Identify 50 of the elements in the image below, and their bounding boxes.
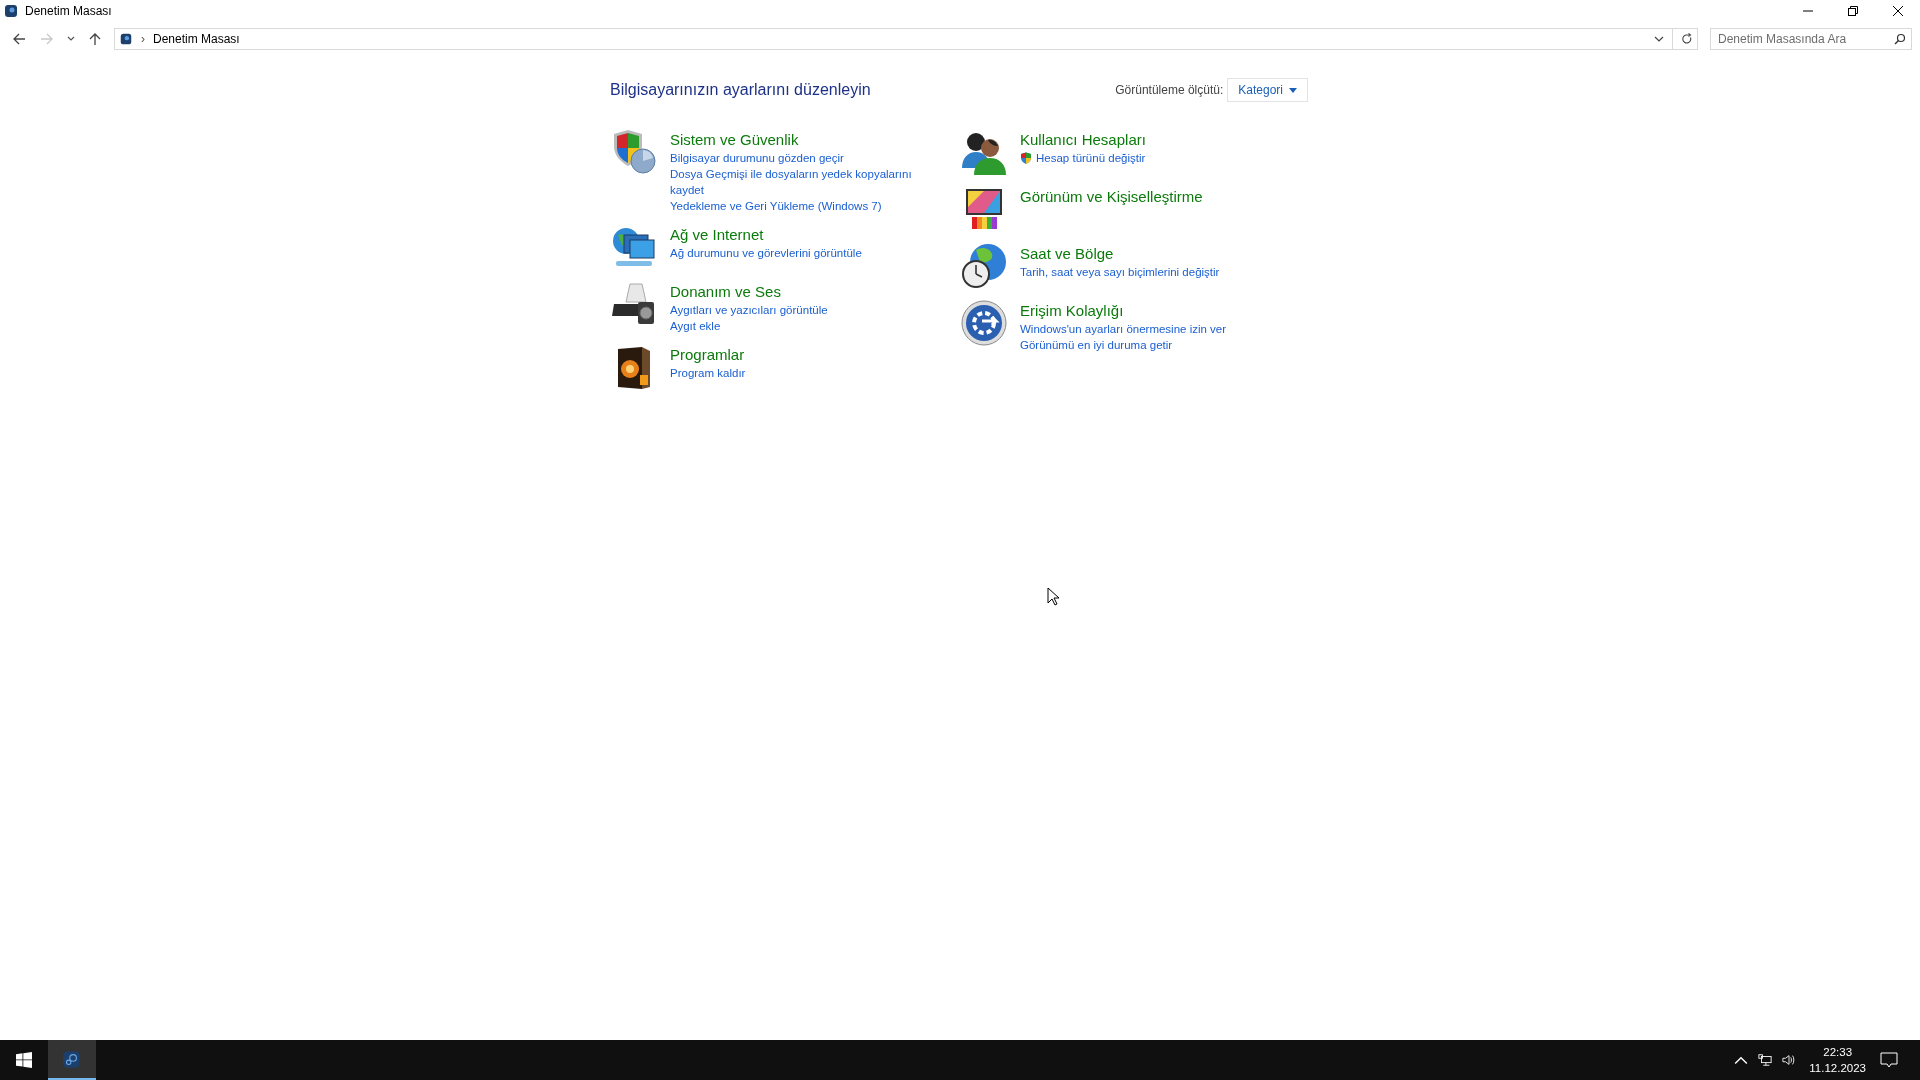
- notification-icon[interactable]: [1880, 1052, 1898, 1068]
- control-panel-icon: [119, 32, 133, 46]
- windows-logo-icon: [16, 1052, 32, 1068]
- task-link[interactable]: Tarih, saat veya sayı biçimlerini değiştir: [1020, 264, 1220, 280]
- arrow-up-icon: [88, 32, 102, 46]
- category-title-link[interactable]: Sistem ve Güvenlik: [670, 130, 930, 150]
- window-title: Denetim Masası: [25, 4, 112, 18]
- clock-date[interactable]: 11.12.2023: [1809, 1060, 1866, 1076]
- breadcrumb-item[interactable]: Denetim Masası: [153, 32, 240, 46]
- category-title-link[interactable]: Erişim Kolaylığı: [1020, 301, 1227, 321]
- address-field[interactable]: › Denetim Masası: [114, 28, 1698, 50]
- arrow-left-icon: [12, 32, 26, 46]
- task-link[interactable]: Yedekleme ve Geri Yükleme (Windows 7): [670, 198, 882, 214]
- category-title-link[interactable]: Saat ve Bölge: [1020, 244, 1220, 264]
- restore-icon: [1847, 6, 1858, 16]
- category-title-link[interactable]: Donanım ve Ses: [670, 282, 828, 302]
- page-heading: Bilgisayarınızın ayarlarını düzenleyin: [610, 81, 871, 99]
- refresh-icon[interactable]: [1681, 33, 1693, 45]
- task-link[interactable]: Ağ durumunu ve görevlerini görüntüle: [670, 245, 862, 261]
- accessibility-icon[interactable]: [960, 299, 1008, 347]
- search-icon: [1894, 33, 1906, 45]
- breadcrumb-separator: ›: [141, 32, 145, 46]
- category-title-link[interactable]: Programlar: [670, 345, 746, 365]
- task-link[interactable]: Dosya Geçmişi ile dosyaların yedek kopyalarını kaydet: [670, 166, 930, 198]
- chevron-down-icon: [67, 36, 75, 42]
- task-link[interactable]: Aygıtları ve yazıcıları görüntüle: [670, 302, 828, 318]
- task-link[interactable]: Hesap türünü değiştir: [1036, 150, 1146, 166]
- view-by-label: Görüntüleme ölçütü:: [1115, 83, 1224, 97]
- chevron-down-icon[interactable]: [1654, 36, 1664, 42]
- globe-clock-icon[interactable]: [960, 242, 1008, 290]
- category-title-link[interactable]: Kullanıcı Hesapları: [1020, 130, 1146, 150]
- arrow-right-icon: [40, 32, 54, 46]
- search-field[interactable]: Denetim Masasında Ara: [1710, 28, 1912, 50]
- task-link[interactable]: Windows'un ayarları önermesine izin ver: [1020, 321, 1227, 337]
- task-link[interactable]: Görünümü en iyi duruma getir: [1020, 337, 1173, 353]
- dropdown-triangle-icon: [1289, 87, 1297, 93]
- category-title-link[interactable]: Görünüm ve Kişiselleştirme: [1020, 187, 1203, 207]
- control-panel-icon: [61, 1048, 83, 1070]
- close-icon: [1892, 6, 1903, 16]
- category-title-link[interactable]: Ağ ve Internet: [670, 225, 862, 245]
- task-link[interactable]: Aygıt ekle: [670, 318, 721, 334]
- taskbar-app-button[interactable]: [48, 1040, 96, 1080]
- task-link[interactable]: Bilgisayar durumunu gözden geçir: [670, 150, 844, 166]
- clock-time[interactable]: 22:33: [1823, 1044, 1853, 1060]
- speaker-icon[interactable]: [1782, 1053, 1797, 1067]
- view-by-dropdown[interactable]: Kategori: [1227, 78, 1308, 102]
- network-icon[interactable]: [1758, 1053, 1773, 1067]
- mouse-cursor-icon: [1047, 587, 1059, 606]
- control-panel-icon: [3, 3, 19, 19]
- task-link[interactable]: Program kaldır: [670, 365, 746, 381]
